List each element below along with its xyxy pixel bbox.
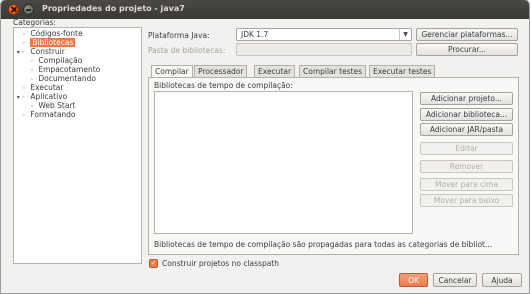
library-folder-label: Pasta de bibliotecas:: [148, 46, 226, 55]
build-projects-checkbox[interactable]: ✓: [149, 259, 158, 268]
tree-item-label: Compilação: [38, 56, 83, 65]
categories-tree[interactable]: ◦ Códigos-fonte ◦ Bibliotecas ▾ ◦ Constr…: [13, 27, 142, 264]
tree-item-label: Construir: [30, 47, 65, 56]
platform-value: JDK 1.7: [241, 30, 269, 39]
tree-item-empacotamento[interactable]: ◦ Empacotamento: [28, 65, 100, 74]
window-title: Propriedades do projeto - java7: [42, 4, 185, 13]
move-up-button[interactable]: Mover para cima: [420, 178, 513, 191]
tab-executar[interactable]: Executar: [254, 65, 296, 77]
tree-item-documentando[interactable]: ◦ Documentando: [28, 74, 96, 83]
categories-label: Categorias:: [13, 18, 56, 27]
tree-item-label: Documentando: [38, 74, 96, 83]
build-projects-label[interactable]: Construir projetos no classpath: [162, 259, 279, 268]
tree-item-formatando[interactable]: ◦ Formatando: [20, 110, 76, 119]
tree-item-web-start[interactable]: ◦ Web Start: [28, 101, 75, 110]
tree-node-icon: ◦: [22, 112, 26, 119]
platform-select[interactable]: JDK 1.7 ▼: [236, 28, 412, 41]
tab-compilar-testes[interactable]: Compilar testes: [299, 65, 367, 77]
add-library-button[interactable]: Adicionar biblioteca...: [420, 108, 513, 121]
add-project-button[interactable]: Adicionar projeto...: [420, 92, 513, 105]
move-down-button[interactable]: Mover para baixo: [420, 194, 513, 207]
tree-item-label: Formatando: [30, 110, 76, 119]
tree-item-label: Códigos-fonte: [30, 29, 83, 38]
tree-item-bibliotecas[interactable]: ◦ Bibliotecas: [20, 38, 76, 47]
tree-item-construir[interactable]: ▾ ◦ Construir: [14, 47, 65, 56]
tree-item-label: Bibliotecas: [30, 38, 76, 47]
title-bar[interactable]: Propriedades do projeto - java7: [1, 0, 529, 19]
compile-libraries-list[interactable]: [154, 91, 413, 234]
close-icon[interactable]: [8, 4, 19, 15]
propagation-note: Bibliotecas de tempo de compilação são p…: [154, 240, 493, 249]
tree-item-label: Executar: [30, 83, 64, 92]
checkmark-icon: ✓: [150, 259, 157, 267]
ok-button[interactable]: OK: [399, 273, 428, 287]
edit-button[interactable]: Editar: [420, 142, 513, 155]
platform-label: Plataforma Java:: [148, 31, 210, 40]
tree-item-label: Empacotamento: [38, 65, 101, 74]
expander-icon[interactable]: ▾ ◦: [14, 48, 28, 57]
tree-item-aplicativo[interactable]: ▾ ◦ Aplicativo: [14, 92, 67, 101]
chevron-down-icon[interactable]: ▼: [399, 29, 411, 40]
minimize-icon[interactable]: [23, 4, 34, 15]
add-jar-folder-button[interactable]: Adicionar JAR/pasta: [420, 123, 513, 136]
tree-item-executar[interactable]: ◦ Executar: [20, 83, 63, 92]
tree-item-codigos-fonte[interactable]: ◦ Códigos-fonte: [20, 29, 83, 38]
remove-button[interactable]: Remover: [420, 160, 513, 173]
tree-item-compilacao[interactable]: ◦ Compilação: [28, 56, 82, 65]
library-folder-field: [236, 43, 412, 56]
tab-processador[interactable]: Processador: [194, 65, 248, 77]
tree-item-label: Web Start: [38, 101, 76, 110]
browse-button[interactable]: Procurar...: [416, 43, 518, 56]
help-button[interactable]: Ajuda: [482, 273, 522, 287]
compile-libraries-label: Bibliotecas de tempo de compilação:: [154, 81, 293, 90]
cancel-button[interactable]: Cancelar: [433, 273, 477, 287]
manage-platforms-button[interactable]: Gerenciar plataformas...: [416, 28, 518, 41]
project-properties-window: Propriedades do projeto - java7 Categori…: [1, 0, 529, 293]
tree-item-label: Aplicativo: [30, 92, 68, 101]
expander-icon[interactable]: ▾ ◦: [14, 93, 28, 102]
tab-executar-testes[interactable]: Executar testes: [369, 65, 436, 77]
